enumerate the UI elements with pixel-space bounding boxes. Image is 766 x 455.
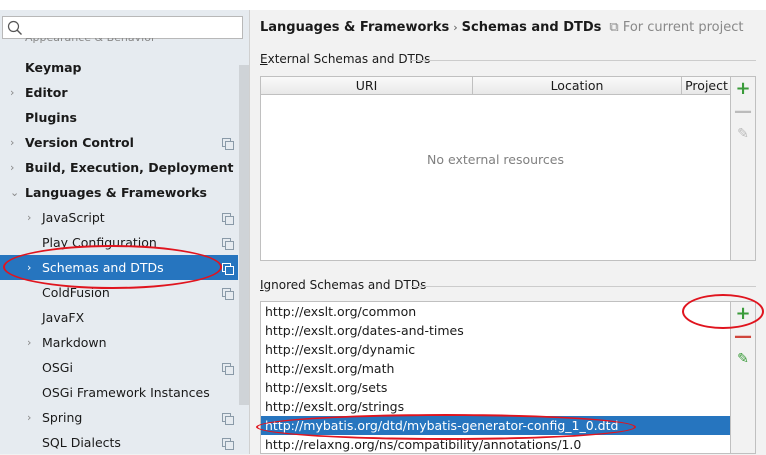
sidebar-item[interactable]: Plugins <box>0 105 238 130</box>
sidebar-item[interactable]: › Markdown <box>0 330 238 355</box>
project-scope-icon <box>222 263 234 275</box>
column-uri[interactable]: URI <box>261 77 473 95</box>
list-item[interactable]: http://exslt.org/common <box>261 302 730 321</box>
project-scope-icon <box>222 238 234 250</box>
sidebar-item-label: Build, Execution, Deployment <box>25 160 234 175</box>
sidebar-item-label: JavaFX <box>42 310 85 325</box>
breadcrumb-separator: › <box>453 21 458 34</box>
sidebar-item[interactable]: › Version Control <box>0 130 238 155</box>
empty-state-text: No external resources <box>427 152 564 167</box>
sidebar-item[interactable]: › JavaScript <box>0 205 238 230</box>
chevron-right-icon[interactable]: › <box>10 130 14 155</box>
sidebar-item-label: Spring <box>42 410 83 425</box>
chevron-right-icon[interactable]: › <box>10 80 14 105</box>
sidebar-item-label: Markdown <box>42 335 107 350</box>
add-icon[interactable]: + <box>731 77 755 100</box>
external-group-label: External Schemas and DTDs <box>260 52 430 66</box>
list-item[interactable]: http://exslt.org/dates-and-times <box>261 321 730 340</box>
chevron-right-icon[interactable]: › <box>27 405 31 430</box>
list-item[interactable]: http://exslt.org/sets <box>261 378 730 397</box>
sidebar-item[interactable]: ⌄ Languages & Frameworks <box>0 180 238 205</box>
sidebar-item-label: OSGi <box>42 360 73 375</box>
sidebar-item-label: SQL Dialects <box>42 435 121 450</box>
ignored-schemas-list[interactable]: http://exslt.org/common http://exslt.org/… <box>260 301 731 454</box>
sidebar-item[interactable]: › Schemas and DTDs <box>0 255 238 280</box>
group-label-text: xternal Schemas and DTDs <box>267 52 431 66</box>
project-scope-icon <box>222 413 234 425</box>
project-scope-icon <box>222 138 234 150</box>
chevron-right-icon[interactable]: › <box>27 205 31 230</box>
ignored-toolbar: + — ✎ <box>731 301 756 454</box>
column-project[interactable]: Project <box>682 77 731 95</box>
sidebar-item-label: ColdFusion <box>42 285 110 300</box>
column-location[interactable]: Location <box>473 77 682 95</box>
list-item[interactable]: http://relaxng.org/ns/compatibility/anno… <box>261 435 730 453</box>
scope-text: For current project <box>622 20 744 35</box>
chevron-right-icon[interactable]: › <box>27 330 31 355</box>
search-icon <box>7 20 22 35</box>
list-item[interactable]: http://mybatis.org/dtd/mybatis-generator… <box>261 416 730 435</box>
project-scope-icon <box>222 363 234 375</box>
breadcrumb-parent[interactable]: Languages & Frameworks <box>260 20 449 35</box>
add-icon[interactable]: + <box>731 302 755 325</box>
chevron-right-icon[interactable]: › <box>10 155 14 180</box>
sidebar-item[interactable]: OSGi <box>0 355 238 380</box>
sidebar-item-label: Keymap <box>25 60 82 75</box>
settings-search-input[interactable] <box>2 16 243 39</box>
project-scope-icon <box>222 213 234 225</box>
chevron-right-icon[interactable]: › <box>27 255 31 280</box>
sidebar-item[interactable]: › Editor <box>0 80 238 105</box>
group-label-text: gnored Schemas and DTDs <box>263 278 427 292</box>
sidebar-item-label: JavaScript <box>42 210 105 225</box>
sidebar-item[interactable]: › Spring <box>0 405 238 430</box>
external-schemas-table[interactable]: URI Location Project No external resourc… <box>260 76 731 261</box>
divider <box>411 60 756 61</box>
divider <box>411 286 756 287</box>
sidebar-item[interactable]: OSGi Framework Instances <box>0 380 238 405</box>
breadcrumb: Languages & Frameworks › Schemas and DTDs ⧉… <box>260 20 743 35</box>
title-bar <box>0 0 766 10</box>
sidebar-item-label: OSGi Framework Instances <box>42 385 210 400</box>
scope-label: ⧉ For current project <box>609 20 744 35</box>
chevron-down-icon[interactable]: ⌄ <box>10 180 19 205</box>
page-title: Schemas and DTDs <box>461 20 602 35</box>
sidebar-item[interactable]: JavaFX <box>0 305 238 330</box>
schemas-panel: Languages & Frameworks › Schemas and DTDs ⧉… <box>251 10 766 454</box>
sidebar-item-appearance[interactable]: Appearance & Behavior <box>25 38 170 43</box>
sidebar-item[interactable]: › Build, Execution, Deployment <box>0 155 238 180</box>
project-scope-icon <box>222 438 234 450</box>
settings-sidebar: Appearance & Behavior Keymap › Editor Plugi… <box>0 10 250 454</box>
edit-icon[interactable]: ✎ <box>731 348 755 371</box>
list-item[interactable]: http://exslt.org/math <box>261 359 730 378</box>
sidebar-item-label: Editor <box>25 85 68 100</box>
sidebar-item[interactable]: Play Configuration <box>0 230 238 255</box>
sidebar-item[interactable]: SQL Dialects <box>0 430 238 455</box>
table-header: URI Location Project <box>261 77 730 95</box>
ignored-group-label: Ignored Schemas and DTDs <box>260 278 426 292</box>
list-item[interactable]: http://exslt.org/dynamic <box>261 340 730 359</box>
sidebar-item-label: Schemas and DTDs <box>42 260 164 275</box>
remove-icon[interactable]: — <box>731 100 755 123</box>
sidebar-item-label: Languages & Frameworks <box>25 185 207 200</box>
external-toolbar: + — ✎ <box>731 76 756 261</box>
mnemonic: E <box>260 52 268 66</box>
sidebar-item[interactable]: Keymap <box>0 55 238 80</box>
remove-icon[interactable]: — <box>731 325 755 348</box>
edit-icon[interactable]: ✎ <box>731 123 755 146</box>
project-scope-icon <box>222 288 234 300</box>
sidebar-item-label: Plugins <box>25 110 77 125</box>
sidebar-scrollbar[interactable] <box>239 65 249 405</box>
sidebar-item[interactable]: ColdFusion <box>0 280 238 305</box>
sidebar-item-label: Play Configuration <box>42 235 157 250</box>
sidebar-item-label: Version Control <box>25 135 134 150</box>
list-item[interactable]: http://exslt.org/strings <box>261 397 730 416</box>
